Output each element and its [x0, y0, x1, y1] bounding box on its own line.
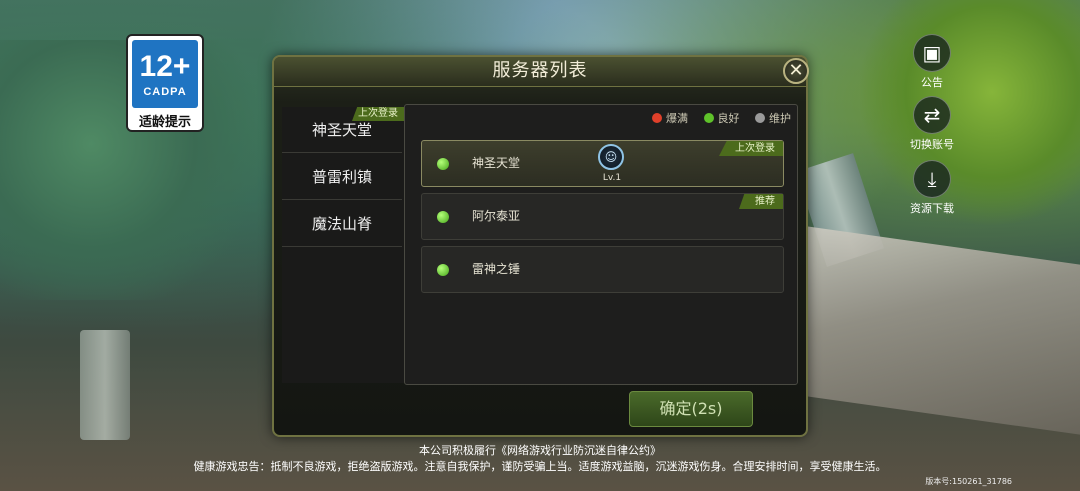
server-item[interactable]: 神圣天堂 ☺ Lv.1 上次登录 — [421, 140, 784, 187]
maintenance-status-dot — [755, 113, 765, 123]
switch-account-icon: ⇄ — [913, 96, 951, 134]
server-status-dot — [437, 211, 449, 223]
download-button[interactable]: ⤓ 资源下载 — [906, 160, 958, 216]
last-login-badge: 上次登录 — [352, 107, 404, 121]
zone-label: 魔法山脊 — [311, 215, 372, 233]
character-level: Lv.1 — [602, 173, 622, 183]
status-legend: 爆满 良好 维护 — [640, 110, 791, 126]
zone-item-puleili[interactable]: 普雷利镇 — [282, 154, 402, 200]
background-stone-wall — [800, 225, 1080, 435]
server-tag: 上次登录 — [719, 141, 783, 156]
legend-maintenance: 维护 — [769, 112, 791, 125]
age-rating-org: CADPA — [143, 86, 187, 98]
server-item[interactable]: 雷神之锤 — [421, 246, 784, 293]
confirm-button[interactable]: 确定(2s) — [629, 391, 753, 427]
age-rating-tip: 适龄提示 — [138, 115, 191, 130]
legend-full: 爆满 — [666, 112, 688, 125]
close-button[interactable]: ✕ — [783, 58, 809, 84]
age-rating-badge: 12+ CADPA 适龄提示 — [126, 34, 204, 132]
dialog-title: 服务器列表 — [274, 57, 806, 87]
zone-item-mofa[interactable]: 魔法山脊 — [282, 201, 402, 247]
background-trees-right — [860, 0, 1080, 230]
good-status-dot — [703, 113, 714, 123]
server-status-dot — [437, 264, 449, 276]
download-icon: ⤓ — [913, 160, 951, 198]
switch-account-label: 切换账号 — [910, 138, 954, 151]
notice-icon: ▣ — [913, 34, 951, 72]
health-advice: 健康游戏忠告：抵制不良游戏，拒绝盗版游戏。注意自我保护，谨防受骗上当。适度游戏益… — [193, 460, 887, 473]
server-panel: 爆满 良好 维护 神圣天堂 ☺ Lv.1 上次登录 阿尔泰亚 推荐 雷神之锤 — [404, 104, 798, 385]
server-name: 雷神之锤 — [472, 262, 521, 276]
server-list-dialog: 服务器列表 ✕ 神圣天堂 上次登录 普雷利镇 魔法山脊 爆满 良好 维护 神圣天… — [272, 55, 809, 437]
zone-label: 普雷利镇 — [311, 168, 372, 186]
anti-addiction-notice: 本公司积极履行《网络游戏行业防沉迷自律公约》 — [419, 444, 661, 457]
switch-account-button[interactable]: ⇄ 切换账号 — [906, 96, 958, 152]
zone-label: 神圣天堂 — [311, 121, 372, 139]
legend-good: 良好 — [717, 112, 740, 125]
download-label: 资源下载 — [910, 202, 954, 215]
notice-button[interactable]: ▣ 公告 — [906, 34, 958, 90]
server-tag: 推荐 — [739, 194, 783, 209]
zone-sidebar: 神圣天堂 上次登录 普雷利镇 魔法山脊 — [282, 107, 404, 383]
server-item[interactable]: 阿尔泰亚 推荐 — [421, 193, 784, 240]
background-pillar — [80, 330, 130, 440]
version-number: 版本号:150261_31786 — [925, 477, 1012, 486]
age-rating-box: 12+ CADPA — [132, 40, 198, 108]
notice-label: 公告 — [921, 76, 943, 89]
full-status-dot — [652, 113, 662, 123]
server-name: 阿尔泰亚 — [472, 209, 521, 223]
zone-item-shensheng[interactable]: 神圣天堂 上次登录 — [282, 107, 404, 153]
age-rating-number: 12+ — [139, 50, 191, 83]
server-name: 神圣天堂 — [472, 156, 521, 170]
character-avatar-icon: ☺ — [598, 144, 624, 170]
server-status-dot — [437, 158, 449, 170]
